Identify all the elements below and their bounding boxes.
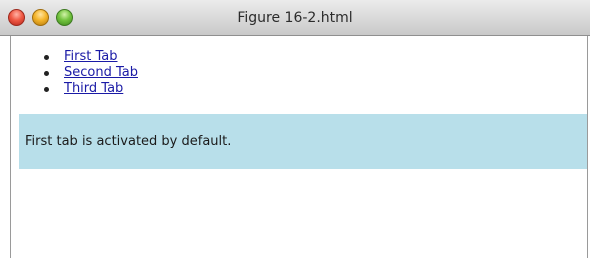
tab-list-item-first: First Tab (41, 49, 138, 65)
tab-panel-text: First tab is activated by default. (25, 134, 232, 149)
tab-link-third[interactable]: Third Tab (64, 81, 123, 96)
tab-list: First Tab Second Tab Third Tab (41, 49, 138, 97)
tab-panel: First tab is activated by default. (19, 114, 587, 169)
tab-list-item-third: Third Tab (41, 81, 138, 97)
tab-link-second[interactable]: Second Tab (64, 65, 138, 80)
window-titlebar[interactable]: Figure 16-2.html (0, 0, 590, 36)
page-content: First Tab Second Tab Third Tab First tab… (10, 36, 588, 258)
tab-link-first[interactable]: First Tab (64, 49, 118, 64)
tab-list-item-second: Second Tab (41, 65, 138, 81)
window-title: Figure 16-2.html (237, 10, 353, 26)
browser-window: Figure 16-2.html First Tab Second Tab Th… (0, 0, 590, 258)
